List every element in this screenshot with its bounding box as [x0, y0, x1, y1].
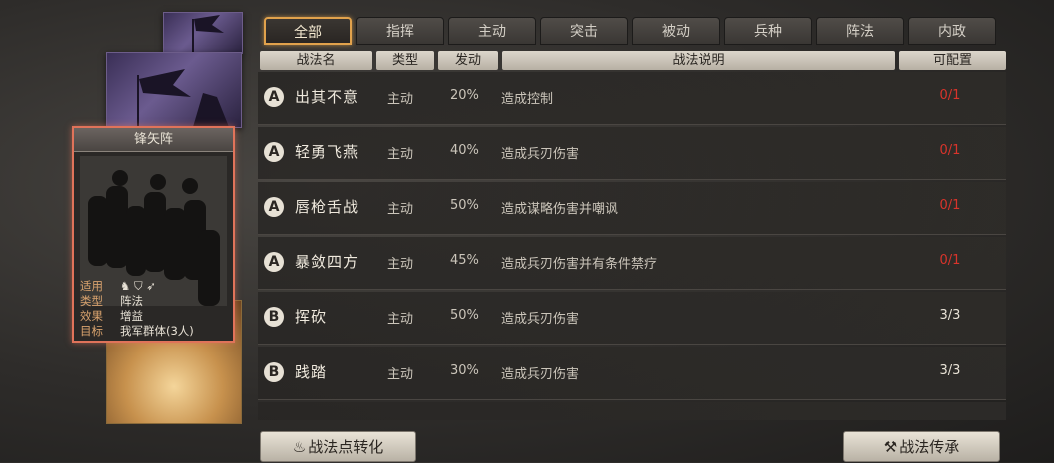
target-value: 我军群体(3人) [120, 324, 194, 338]
skill-capacity: 0/1 [939, 88, 961, 103]
card-title: 锋矢阵 [74, 128, 233, 152]
skill-type: 主动 [387, 202, 414, 217]
inherit-skill-label: 战法传承 [899, 438, 960, 456]
grade-badge: A [264, 142, 284, 162]
skill-rate: 40% [450, 143, 479, 158]
tab-passive[interactable]: 被动 [632, 17, 720, 45]
effect-label: 效果 [80, 309, 103, 323]
shield-icon: ⛉ [133, 279, 143, 293]
skill-row[interactable]: A 轻勇飞燕 主动 40% 造成兵刃伤害 0/1 [258, 127, 1006, 180]
tab-formation[interactable]: 阵法 [816, 17, 904, 45]
skill-rate: 50% [450, 308, 479, 323]
grade-badge: A [264, 87, 284, 107]
convert-points-button[interactable]: ♨ 战法点转化 [260, 431, 416, 462]
col-header-cap[interactable]: 可配置 [899, 51, 1006, 70]
banner-art [192, 15, 224, 53]
col-header-desc: 战法说明 [502, 51, 895, 70]
skill-type: 主动 [387, 147, 414, 162]
cavalry-icon: ♞ [120, 279, 131, 293]
card-info: 适用 ♞ ⛉ ➶ 类型 阵法 效果 增益 目标 我军群体(3人) [80, 279, 194, 339]
tab-troop[interactable]: 兵种 [724, 17, 812, 45]
skill-row-partial[interactable] [258, 402, 1006, 420]
skill-name: 暴敛四方 [295, 253, 360, 271]
apply-label: 适用 [80, 279, 103, 293]
skill-rate: 30% [450, 363, 479, 378]
hammer-icon: ⚒ [883, 438, 898, 456]
col-header-name[interactable]: 战法名 [260, 51, 372, 70]
skill-type: 主动 [387, 367, 414, 382]
skill-capacity: 3/3 [939, 363, 961, 378]
skill-capacity: 0/1 [939, 143, 961, 158]
col-header-rate[interactable]: 发动 [438, 51, 498, 70]
skill-desc: 造成控制 [501, 92, 554, 107]
grade-badge: A [264, 197, 284, 217]
skill-row[interactable]: A 唇枪舌战 主动 50% 造成谋略伤害并嘲讽 0/1 [258, 182, 1006, 235]
flame-icon: ♨ [292, 438, 307, 456]
skill-desc: 造成兵刃伤害 [501, 312, 580, 327]
skill-rate: 45% [450, 253, 479, 268]
skill-type: 主动 [387, 92, 414, 107]
tab-active[interactable]: 主动 [448, 17, 536, 45]
effect-value: 增益 [120, 309, 143, 323]
skill-row[interactable]: B 挥砍 主动 50% 造成兵刃伤害 3/3 [258, 292, 1006, 345]
target-label: 目标 [80, 324, 103, 338]
skill-type: 主动 [387, 257, 414, 272]
grade-badge: B [264, 307, 284, 327]
type-value: 阵法 [120, 294, 143, 308]
skill-list[interactable]: A 出其不意 主动 20% 造成控制 0/1 A 轻勇飞燕 主动 40% 造成兵… [258, 72, 1006, 420]
skill-row[interactable]: A 出其不意 主动 20% 造成控制 0/1 [258, 72, 1006, 125]
skill-desc: 造成兵刃伤害 [501, 367, 580, 382]
skill-card-back-2[interactable] [106, 52, 242, 128]
grade-badge: A [264, 252, 284, 272]
tab-internal[interactable]: 内政 [908, 17, 996, 45]
archer-icon: ➶ [146, 279, 156, 293]
type-label: 类型 [80, 294, 103, 308]
selected-skill-card[interactable]: 锋矢阵 适用 ♞ ⛉ ➶ 类型 阵法 效果 增益 目标 我军群体(3人) [72, 126, 235, 343]
skill-desc: 造成谋略伤害并嘲讽 [501, 202, 619, 217]
skill-desc: 造成兵刃伤害 [501, 147, 580, 162]
skill-name: 唇枪舌战 [295, 198, 360, 216]
skill-row[interactable]: A 暴敛四方 主动 45% 造成兵刃伤害并有条件禁疗 0/1 [258, 237, 1006, 290]
skill-capacity: 3/3 [939, 308, 961, 323]
skill-desc: 造成兵刃伤害并有条件禁疗 [501, 257, 658, 272]
convert-points-label: 战法点转化 [308, 438, 384, 456]
inherit-skill-button[interactable]: ⚒ 战法传承 [843, 431, 1000, 462]
skill-capacity: 0/1 [939, 198, 961, 213]
skill-name: 轻勇飞燕 [295, 143, 360, 161]
apply-icons: ♞ ⛉ ➶ [120, 279, 156, 294]
col-header-type[interactable]: 类型 [376, 51, 434, 70]
skill-capacity: 0/1 [939, 253, 961, 268]
tab-assault[interactable]: 突击 [540, 17, 628, 45]
skill-type: 主动 [387, 312, 414, 327]
tab-all[interactable]: 全部 [264, 17, 352, 45]
skill-name: 挥砍 [295, 308, 328, 326]
skill-rate: 50% [450, 198, 479, 213]
category-tabs: 全部 指挥 主动 突击 被动 兵种 阵法 内政 [264, 17, 996, 45]
skill-rate: 20% [450, 88, 479, 103]
tab-command[interactable]: 指挥 [356, 17, 444, 45]
banner-art [137, 69, 229, 127]
grade-badge: B [264, 362, 284, 382]
skill-row[interactable]: B 践踏 主动 30% 造成兵刃伤害 3/3 [258, 347, 1006, 400]
skill-name: 出其不意 [295, 88, 360, 106]
skill-name: 践踏 [295, 363, 328, 381]
skill-card-back-1[interactable] [163, 12, 243, 54]
